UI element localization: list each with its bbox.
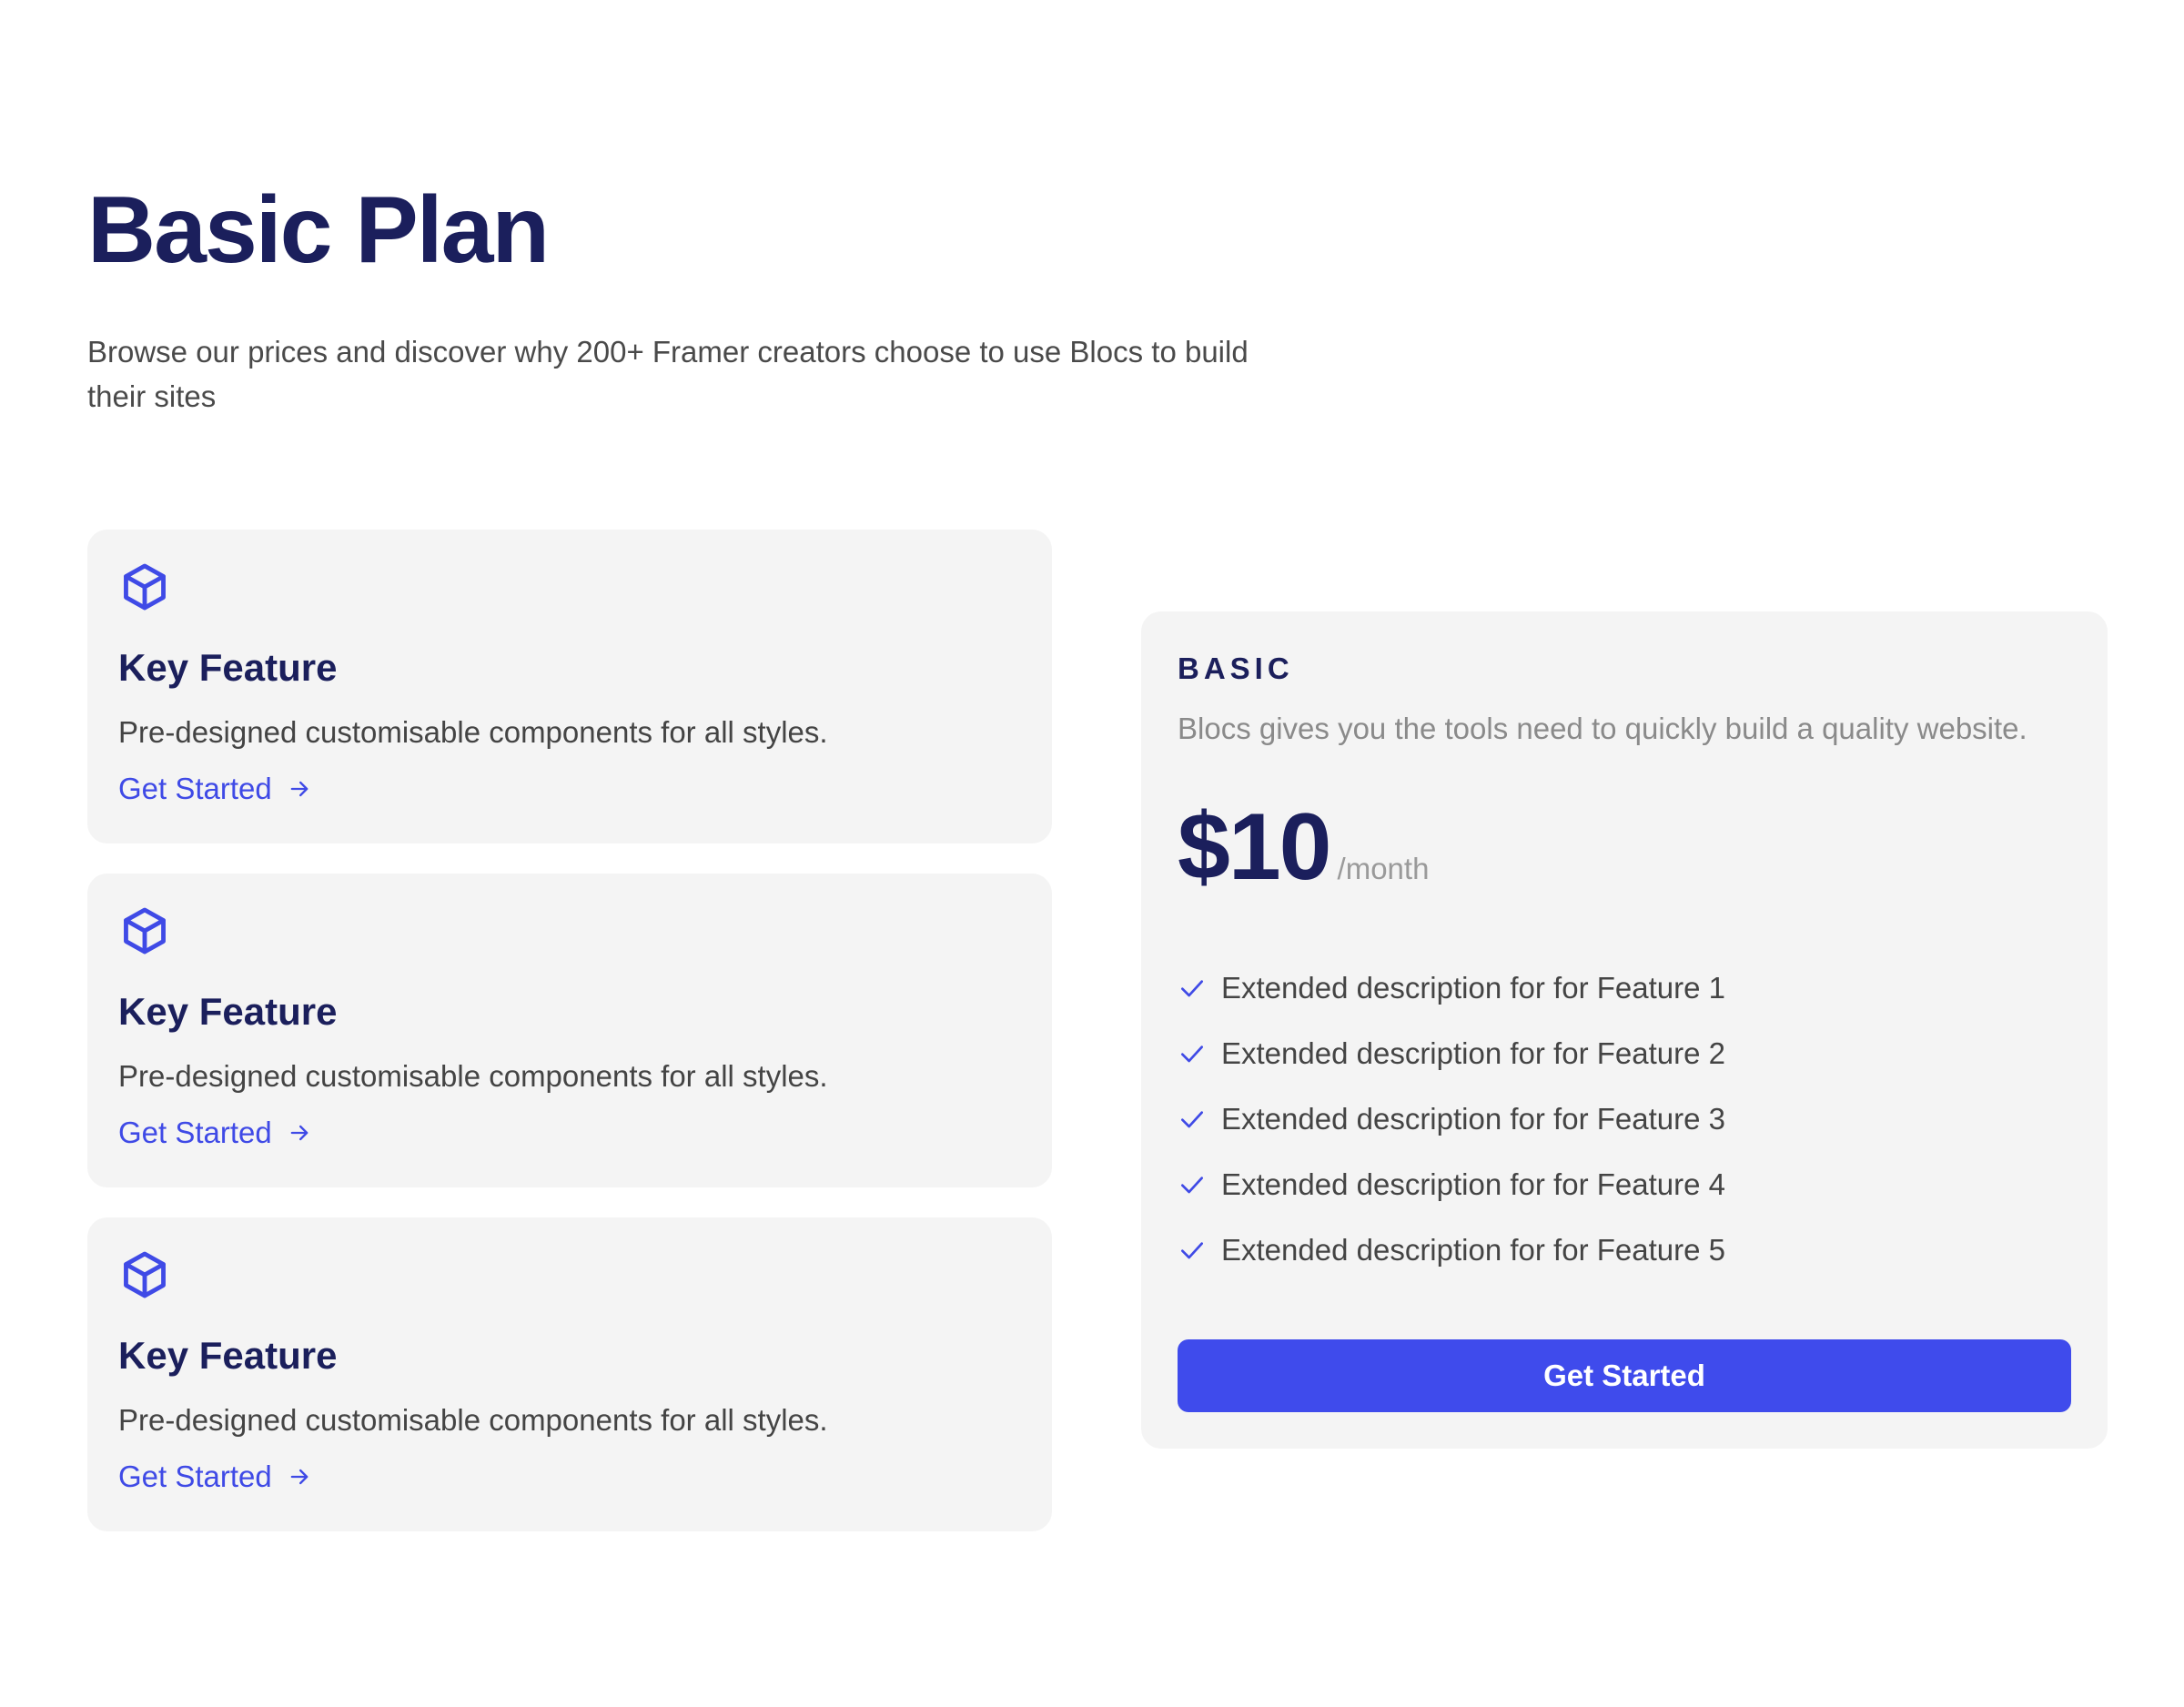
plan-feature-text: Extended description for for Feature 2 [1221, 1036, 1725, 1070]
plan-description: Blocs gives you the tools need to quickl… [1178, 712, 2027, 745]
check-icon [1181, 1242, 1203, 1259]
plan-feature-text: Extended description for for Feature 3 [1221, 1102, 1725, 1136]
get-started-link[interactable]: Get Started [118, 772, 312, 806]
feature-description: Pre-designed customisable components for… [118, 715, 828, 749]
cube-icon [124, 907, 166, 955]
arrow-right-icon [290, 781, 308, 797]
price-amount: $10 [1178, 794, 1332, 900]
feature-title: Key Feature [118, 990, 338, 1033]
arrow-right-icon [290, 1469, 308, 1485]
plan-feature-list: Extended description for for Feature 1 E… [1178, 955, 1725, 1283]
get-started-link-label: Get Started [118, 1116, 272, 1149]
plan-feature-text: Extended description for for Feature 1 [1221, 971, 1725, 1005]
feature-card: Key Feature Pre-designed customisable co… [87, 874, 1052, 1187]
price-period: /month [1337, 852, 1430, 885]
list-item: Extended description for for Feature 3 [1178, 1086, 1725, 1152]
feature-title: Key Feature [118, 1334, 338, 1377]
plan-feature-text: Extended description for for Feature 4 [1221, 1167, 1725, 1201]
list-item: Extended description for for Feature 4 [1178, 1152, 1725, 1217]
price-row: $10 /month [1178, 793, 1429, 902]
feature-description: Pre-designed customisable components for… [118, 1403, 828, 1437]
get-started-link-label: Get Started [118, 1460, 272, 1493]
check-icon [1181, 1045, 1203, 1063]
cube-icon [124, 1251, 166, 1298]
feature-card: Key Feature Pre-designed customisable co… [87, 1217, 1052, 1531]
feature-description: Pre-designed customisable components for… [118, 1059, 828, 1093]
feature-title: Key Feature [118, 646, 338, 689]
pricing-page: Basic Plan Browse our prices and discove… [0, 0, 2184, 1707]
get-started-link[interactable]: Get Started [118, 1460, 312, 1494]
list-item: Extended description for for Feature 2 [1178, 1021, 1725, 1086]
cube-icon [124, 563, 166, 611]
plan-name: BASIC [1178, 651, 1294, 685]
plan-feature-text: Extended description for for Feature 5 [1221, 1233, 1725, 1267]
check-icon [1181, 1177, 1203, 1194]
page-title: Basic Plan [87, 177, 550, 283]
list-item: Extended description for for Feature 1 [1178, 955, 1725, 1021]
check-icon [1181, 980, 1203, 997]
feature-card: Key Feature Pre-designed customisable co… [87, 530, 1052, 843]
arrow-right-icon [290, 1125, 308, 1141]
pricing-card: BASIC Blocs gives you the tools need to … [1141, 611, 2108, 1449]
get-started-button[interactable]: Get Started [1178, 1339, 2071, 1412]
page-subtitle: Browse our prices and discover why 200+ … [87, 335, 1249, 413]
get-started-link[interactable]: Get Started [118, 1116, 312, 1150]
check-icon [1181, 1111, 1203, 1128]
list-item: Extended description for for Feature 5 [1178, 1217, 1725, 1283]
get-started-link-label: Get Started [118, 772, 272, 805]
